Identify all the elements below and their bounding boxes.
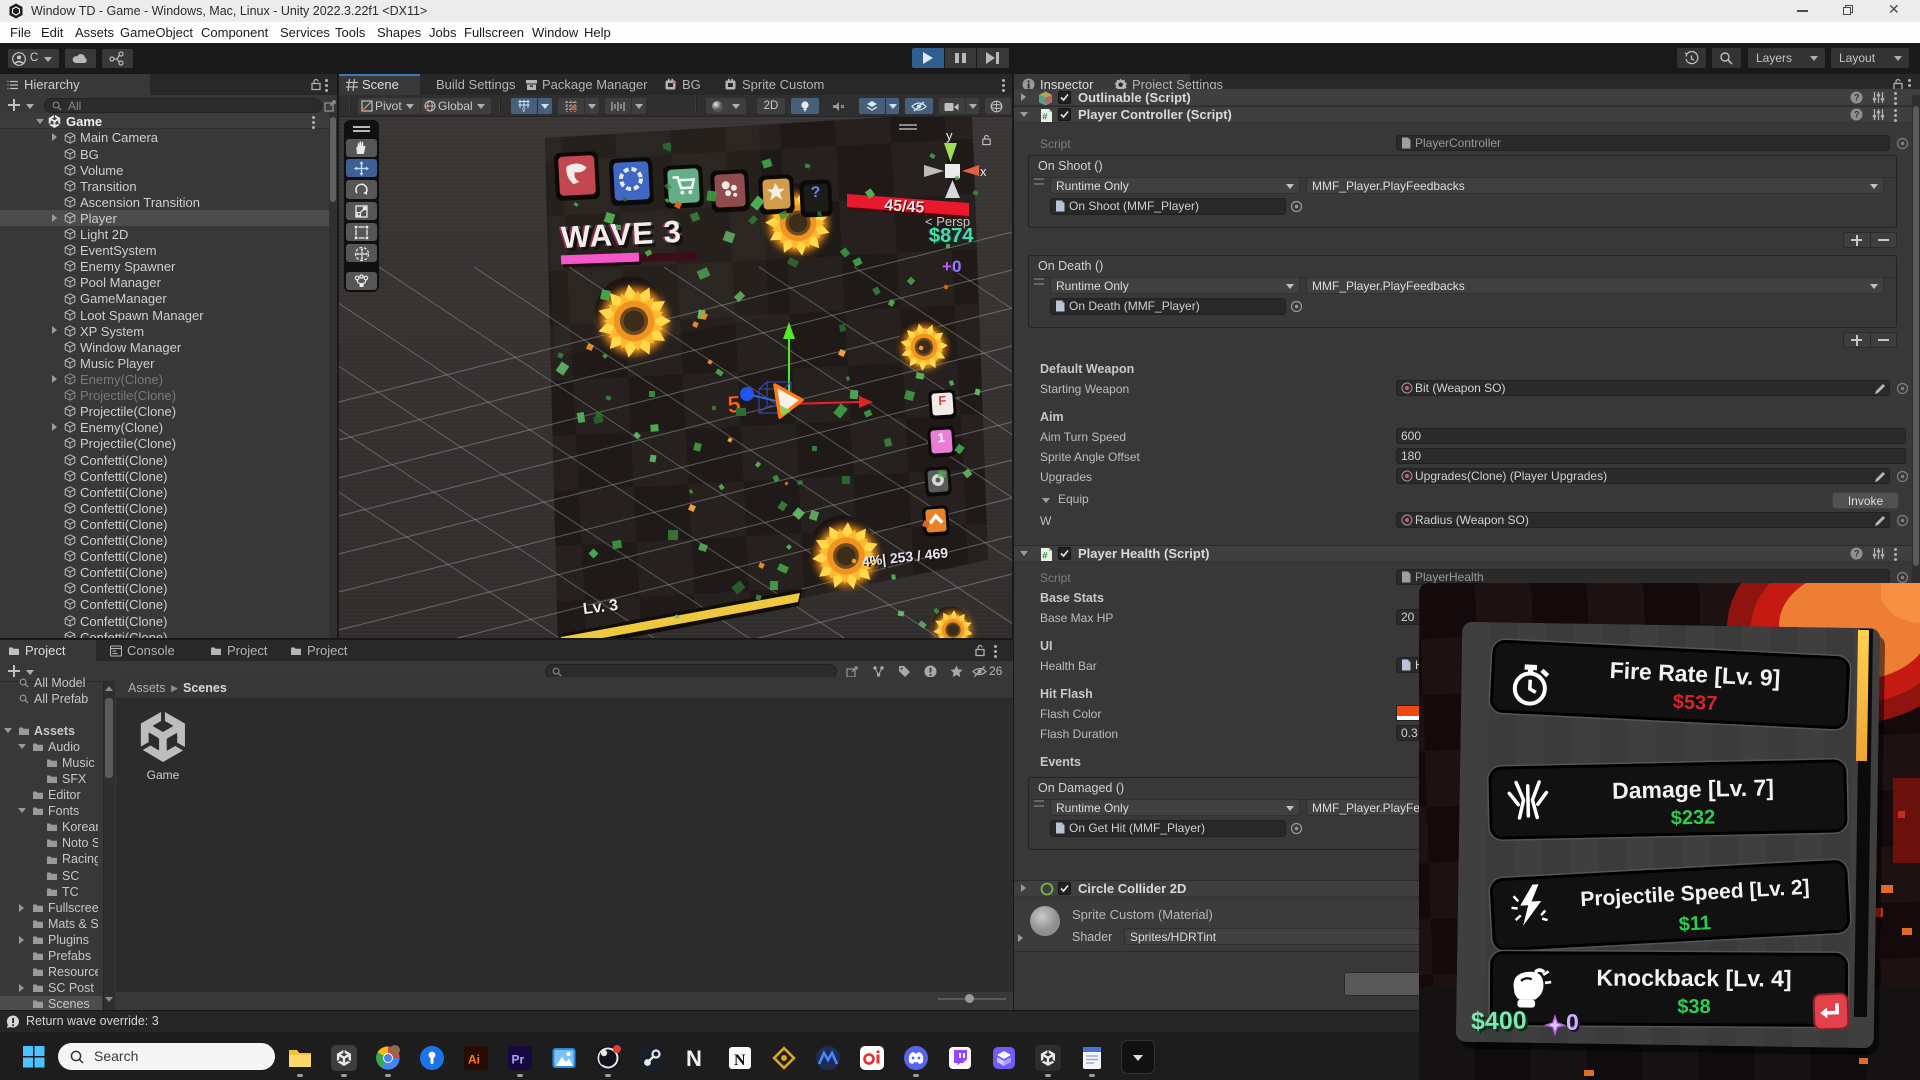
svg-text:y: y [946,129,953,143]
svg-text:N: N [734,1052,746,1069]
svg-text:N: N [686,1046,702,1071]
svg-text:45/45: 45/45 [884,197,925,217]
svg-text:?: ? [1854,93,1860,103]
svg-text:#: # [1042,551,1048,562]
svg-text:?: ? [1854,549,1860,559]
svg-text:y: y [522,107,526,112]
svg-text:x: x [980,164,986,179]
svg-text:Pr: Pr [512,1053,525,1067]
svg-text:#: # [1042,112,1048,123]
svg-text:Ai: Ai [468,1053,480,1067]
svg-text:?: ? [1854,110,1860,120]
